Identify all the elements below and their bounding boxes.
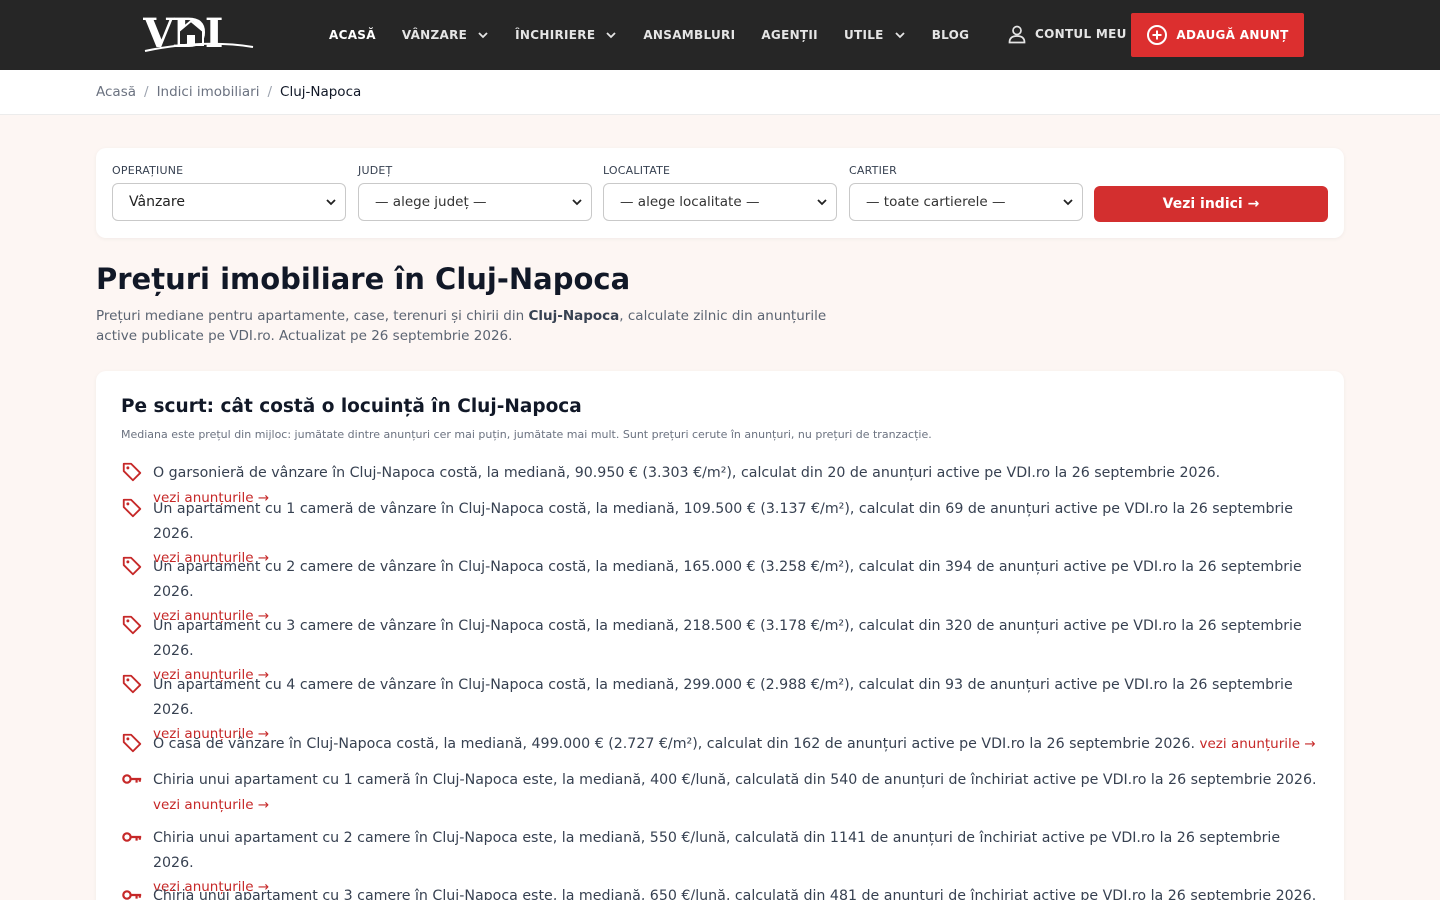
operation-select[interactable]: Vânzare xyxy=(112,183,346,221)
nav-item-label: ACASĂ xyxy=(329,28,376,42)
price-tag-icon xyxy=(122,556,142,576)
summary-item-text: O casă de vânzare în Cluj-Napoca costă, … xyxy=(153,732,1323,757)
key-icon xyxy=(122,774,142,784)
item-text: Un apartament cu 3 camere de vânzare în … xyxy=(153,618,1302,659)
user-icon xyxy=(1008,25,1026,44)
county-value: — alege județ — xyxy=(375,194,487,210)
plus-circle-icon xyxy=(1147,25,1168,45)
view-listings-link[interactable]: vezi anunțurile → xyxy=(1200,736,1316,752)
district-field: CARTIER — toate cartierele — xyxy=(849,164,1083,221)
nav-item-label: BLOG xyxy=(931,28,970,42)
account-label: CONTUL MEU xyxy=(1035,27,1127,41)
chevron-down-icon xyxy=(478,32,488,39)
price-tag-icon xyxy=(122,733,142,753)
description-city: Cluj-Napoca xyxy=(528,308,620,324)
breadcrumb-separator: / xyxy=(267,84,273,100)
view-listings-link[interactable]: vezi anunțurile → xyxy=(153,797,269,813)
chevron-down-icon xyxy=(895,32,905,39)
county-label: JUDEȚ xyxy=(358,164,393,177)
item-text: Un apartament cu 4 camere de vânzare în … xyxy=(153,677,1293,718)
locality-select[interactable]: — alege localitate — xyxy=(603,183,837,221)
nav-item-ansambluri[interactable]: ANSAMBLURI xyxy=(643,28,735,42)
summary-item-text: Chiria unui apartament cu 3 camere în Cl… xyxy=(153,884,1323,900)
breadcrumb: Acasă / Indici imobiliari / Cluj-Napoca xyxy=(0,70,1440,115)
description-text: Prețuri mediane pentru apartamente, case… xyxy=(96,308,529,324)
nav-item-blog[interactable]: BLOG xyxy=(932,28,970,42)
add-listing-label: ADAUGĂ ANUNȚ xyxy=(1176,28,1289,42)
nav-item-inchiriere[interactable]: ÎNCHIRIERE xyxy=(515,28,617,42)
summary-note: Mediana este prețul din mijloc: jumătate… xyxy=(121,428,932,441)
nav-item-agentii[interactable]: AGENȚII xyxy=(761,28,818,42)
view-indices-button[interactable]: Vezi indici → xyxy=(1094,186,1328,222)
summary-title: Pe scurt: cât costă o locuință în Cluj-N… xyxy=(121,396,582,417)
county-select[interactable]: — alege județ — xyxy=(358,183,592,221)
chevron-down-icon xyxy=(1063,199,1073,206)
locality-field: LOCALITATE — alege localitate — xyxy=(603,164,837,221)
operation-field: OPERAȚIUNE Vânzare xyxy=(112,164,346,221)
add-listing-button[interactable]: ADAUGĂ ANUNȚ xyxy=(1131,13,1304,57)
item-text: Chiria unui apartament cu 1 cameră în Cl… xyxy=(153,772,1317,788)
price-tag-icon xyxy=(122,615,142,635)
breadcrumb-home[interactable]: Acasă xyxy=(96,84,136,100)
breadcrumb-separator: / xyxy=(144,84,149,100)
item-text: Chiria unui apartament cu 3 camere în Cl… xyxy=(153,888,1317,900)
locality-value: — alege localitate — xyxy=(620,194,760,210)
item-text: O garsonieră de vânzare în Cluj-Napoca c… xyxy=(153,465,1221,481)
filter-card: OPERAȚIUNE Vânzare JUDEȚ — alege județ —… xyxy=(96,148,1344,238)
breadcrumb-indici[interactable]: Indici imobiliari xyxy=(157,84,260,100)
vdi-logo-icon: VDI xyxy=(142,10,254,57)
nav-item-label: UTILE xyxy=(843,28,884,42)
summary-card: Pe scurt: cât costă o locuință în Cluj-N… xyxy=(96,371,1344,900)
nav-item-vanzare[interactable]: VÂNZARE xyxy=(402,28,489,42)
summary-item-text: Chiria unui apartament cu 1 cameră în Cl… xyxy=(153,768,1323,817)
district-select[interactable]: — toate cartierele — xyxy=(849,183,1083,221)
county-field: JUDEȚ — alege județ — xyxy=(358,164,592,221)
item-text: Chiria unui apartament cu 2 camere în Cl… xyxy=(153,830,1281,871)
item-text: O casă de vânzare în Cluj-Napoca costă, … xyxy=(153,736,1195,752)
price-tag-icon xyxy=(122,674,142,694)
operation-value: Vânzare xyxy=(129,194,185,210)
locality-label: LOCALITATE xyxy=(603,164,671,177)
nav-item-label: ÎNCHIRIERE xyxy=(515,28,596,42)
price-tag-icon xyxy=(122,462,142,482)
page-description: Prețuri mediane pentru apartamente, case… xyxy=(96,306,836,346)
district-label: CARTIER xyxy=(849,164,898,177)
nav-item-label: ANSAMBLURI xyxy=(643,28,736,42)
top-navigation-bar: VDI ACASĂ VÂNZARE ÎNCHIRIERE ANSAMBLURI … xyxy=(0,0,1440,70)
page-title: Prețuri imobiliare în Cluj-Napoca xyxy=(96,262,631,296)
district-value: — toate cartierele — xyxy=(866,194,1006,210)
vdi-logo[interactable]: VDI xyxy=(142,10,255,57)
item-text: Un apartament cu 1 cameră de vânzare în … xyxy=(153,501,1293,542)
nav-item-label: AGENȚII xyxy=(761,28,818,42)
price-tag-icon xyxy=(122,498,142,518)
nav-item-label: VÂNZARE xyxy=(401,28,468,42)
chevron-down-icon xyxy=(572,199,582,206)
key-icon xyxy=(122,832,142,842)
key-icon xyxy=(122,890,142,900)
nav-item-utile[interactable]: UTILE xyxy=(844,28,906,42)
item-text: Un apartament cu 2 camere de vânzare în … xyxy=(153,559,1302,600)
chevron-down-icon xyxy=(817,199,827,206)
breadcrumb-current: Cluj-Napoca xyxy=(280,84,362,100)
operation-label: OPERAȚIUNE xyxy=(112,164,184,177)
account-link[interactable]: CONTUL MEU xyxy=(1007,24,1127,44)
chevron-down-icon xyxy=(606,32,616,39)
nav-item-acasa[interactable]: ACASĂ xyxy=(329,28,376,42)
main-navigation: ACASĂ VÂNZARE ÎNCHIRIERE ANSAMBLURI AGEN… xyxy=(329,0,995,70)
chevron-down-icon xyxy=(326,199,336,206)
